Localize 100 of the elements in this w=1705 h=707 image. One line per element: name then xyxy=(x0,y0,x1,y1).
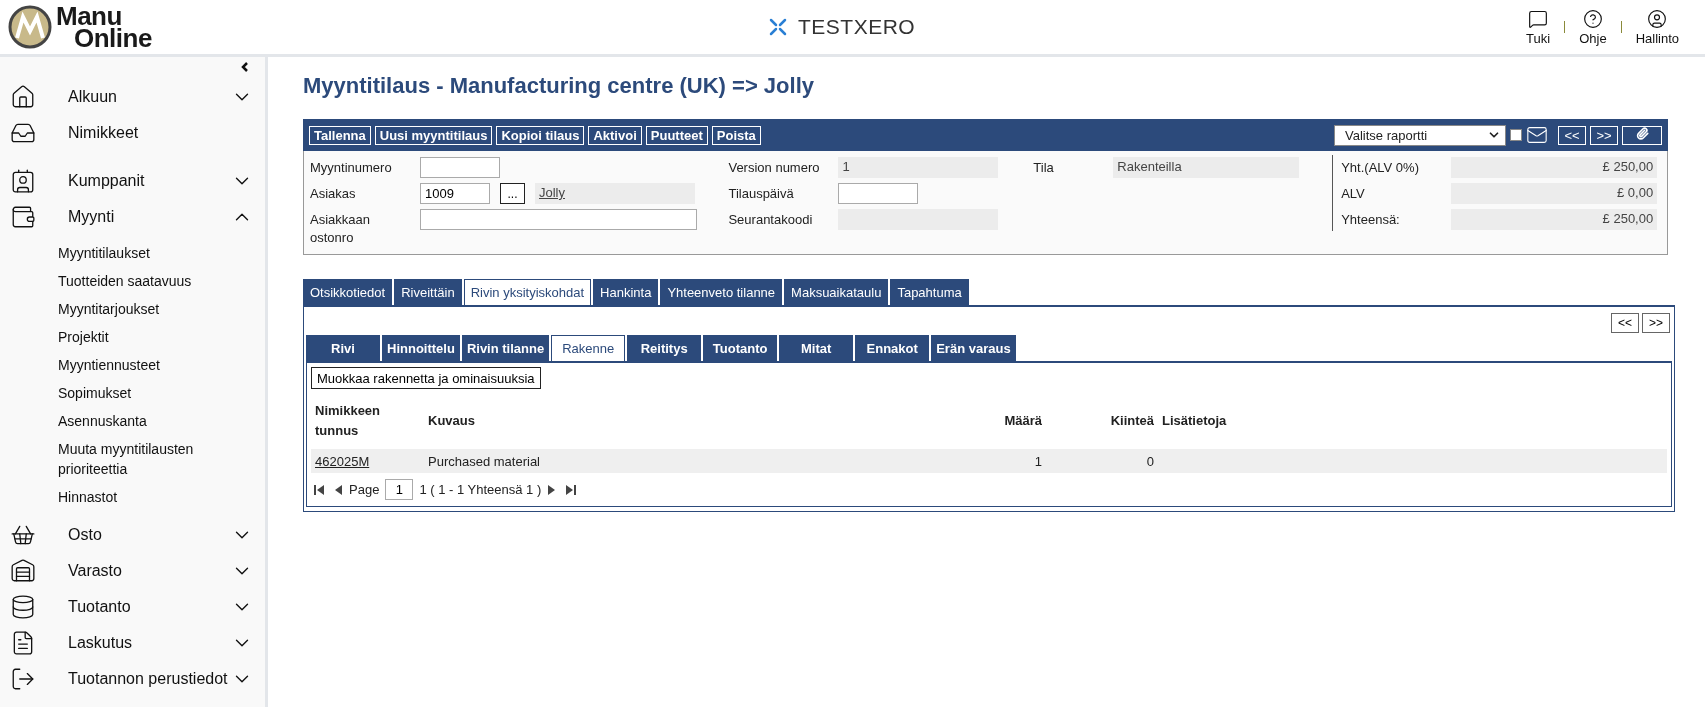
wallet-icon xyxy=(10,204,36,230)
tab[interactable]: Otsikkotiedot xyxy=(303,279,393,305)
nav-button[interactable]: << xyxy=(1610,313,1639,333)
contact-book-icon xyxy=(10,168,36,194)
sidebar-item[interactable]: Nimikkeet xyxy=(0,115,265,151)
subtab[interactable]: Rivi xyxy=(306,335,380,361)
text-field[interactable] xyxy=(420,209,697,230)
last-page-icon[interactable] xyxy=(565,483,578,496)
sidebar-subitem[interactable]: Muuta myyntitilausten prioriteettia xyxy=(58,435,228,483)
logo-icon xyxy=(8,5,52,49)
logo-text: Online xyxy=(74,27,152,49)
column-header: Kiinteä xyxy=(1109,412,1155,430)
sidebar-subitem[interactable]: Sopimukset xyxy=(58,379,228,407)
page-title: Myyntitilaus - Manufacturing centre (UK) => Jolly xyxy=(303,73,815,99)
sidebar-subitem[interactable]: Tuotteiden saatavuus xyxy=(58,267,228,295)
paperclip-icon xyxy=(1635,127,1649,140)
warehouse-icon xyxy=(10,558,36,584)
email-checkbox[interactable] xyxy=(1510,129,1522,141)
header-link[interactable]: Hallinto xyxy=(1621,8,1693,46)
sidebar-item[interactable]: Laskutus xyxy=(0,625,265,661)
chat-icon xyxy=(1528,8,1549,29)
first-page-icon[interactable] xyxy=(313,483,325,496)
subtab[interactable]: Rivin tilanne xyxy=(461,335,550,361)
header-link[interactable]: Ohje xyxy=(1565,8,1621,46)
sidebar-item[interactable]: Osto xyxy=(0,517,265,553)
sidebar-item[interactable]: Varasto xyxy=(0,553,265,589)
total-label: ALV xyxy=(1341,185,1366,203)
database-icon xyxy=(10,594,36,620)
column-header: Määrä xyxy=(1003,412,1043,430)
attach-button[interactable] xyxy=(1622,125,1662,145)
tab[interactable]: Tapahtuma xyxy=(890,279,969,305)
readonly-field: Rakenteilla xyxy=(1113,157,1300,178)
collapse-icon[interactable] xyxy=(241,61,249,73)
sidebar-subitem[interactable]: Myyntitilaukset xyxy=(58,239,228,267)
subtab[interactable]: Reititys xyxy=(627,335,702,361)
tab[interactable]: Maksuaikataulu xyxy=(784,279,889,305)
tab[interactable]: Hankinta xyxy=(593,279,659,305)
toolbar-button[interactable]: Tallenna xyxy=(309,125,371,145)
customer-number-field[interactable]: 1009 xyxy=(420,183,490,204)
nav-button[interactable]: >> xyxy=(1642,313,1670,333)
sidebar-subitem[interactable]: Hinnastot xyxy=(58,483,228,511)
subtab[interactable]: Mitat xyxy=(779,335,854,361)
nav-button[interactable]: << xyxy=(1558,125,1586,145)
customer-name-link[interactable]: Jolly xyxy=(535,183,695,204)
brand-name: TESTXERO xyxy=(798,15,916,39)
field-label: Tila xyxy=(1033,159,1055,177)
field-label: Asiakas xyxy=(310,185,357,203)
text-field[interactable] xyxy=(420,157,500,178)
sidebar-subitem[interactable]: Myyntitarjoukset xyxy=(58,295,228,323)
page-summary: 1 ( 1 - 1 Yhteensä 1 ) xyxy=(419,482,542,497)
readonly-field: 1 xyxy=(838,157,999,178)
field-label: Myyntinumero xyxy=(310,159,393,177)
tab[interactable]: Rivin yksityiskohdat xyxy=(463,279,592,305)
sidebar-item[interactable]: Tuotannon perustiedot xyxy=(0,661,265,697)
table-cell: 1 xyxy=(964,449,1046,473)
report-select[interactable]: Valitse raportti xyxy=(1334,124,1506,146)
page-field[interactable]: 1 xyxy=(385,479,414,500)
help-icon xyxy=(1582,8,1603,29)
sidebar-item[interactable]: Kumppanit xyxy=(0,163,265,199)
subtab[interactable]: Erän varaus xyxy=(931,335,1016,361)
sidebar-subitem[interactable]: Projektit xyxy=(58,323,228,351)
column-header: Nimikkeen tunnus xyxy=(314,402,382,440)
sidebar-item[interactable]: Alkuun xyxy=(0,79,265,115)
total-label: Yht.(ALV 0%) xyxy=(1341,159,1420,177)
toolbar-button[interactable]: Aktivoi xyxy=(588,125,642,145)
toolbar-button[interactable]: Kopioi tilaus xyxy=(496,125,585,145)
text-field[interactable] xyxy=(838,183,919,204)
subtab[interactable]: Ennakot xyxy=(855,335,930,361)
subtab[interactable]: Rakenne xyxy=(551,335,626,361)
header-link[interactable]: Tuki xyxy=(1512,8,1565,46)
table-cell: Purchased material xyxy=(424,449,964,473)
total-value: £ 0,00 xyxy=(1451,183,1658,204)
brand-icon xyxy=(768,17,788,37)
user-icon xyxy=(1647,8,1668,29)
subtab[interactable]: Hinnoittelu xyxy=(382,335,460,361)
sidebar-item[interactable]: Tuotanto xyxy=(0,589,265,625)
field-label: Tilauspäivä xyxy=(728,185,795,203)
edit-structure-button[interactable]: Muokkaa rakennetta ja ominaisuuksia xyxy=(311,367,541,389)
column-header: Lisätietoja xyxy=(1161,412,1228,430)
subtab[interactable]: Tuotanto xyxy=(703,335,778,361)
lookup-button[interactable]: ... xyxy=(500,183,525,204)
total-label: Yhteensä: xyxy=(1341,211,1401,229)
tab[interactable]: Riveittäin xyxy=(394,279,462,305)
sidebar-subitem[interactable]: Asennuskanta xyxy=(58,407,228,435)
toolbar-button[interactable]: Uusi myyntitilaus xyxy=(374,125,493,145)
field-label: Version numero xyxy=(728,159,821,177)
nav-button[interactable]: >> xyxy=(1590,125,1618,145)
toolbar-button[interactable]: Poista xyxy=(711,125,761,145)
field-label: Asiakkaan ostonro xyxy=(310,211,371,247)
column-header: Kuvaus xyxy=(427,412,476,430)
sidebar-item[interactable]: Myynti xyxy=(0,199,265,235)
toolbar-button[interactable]: Puutteet xyxy=(645,125,708,145)
table-cell: 0 xyxy=(1046,449,1158,473)
sidebar-subitem[interactable]: Myyntiennusteet xyxy=(58,351,228,379)
field-label: Seurantakoodi xyxy=(728,211,814,229)
tab[interactable]: Yhteenveto tilanne xyxy=(660,279,783,305)
total-value: £ 250,00 xyxy=(1451,209,1658,230)
page-label: Page xyxy=(349,482,380,497)
mail-icon[interactable] xyxy=(1526,124,1548,146)
exit-icon xyxy=(10,666,36,692)
